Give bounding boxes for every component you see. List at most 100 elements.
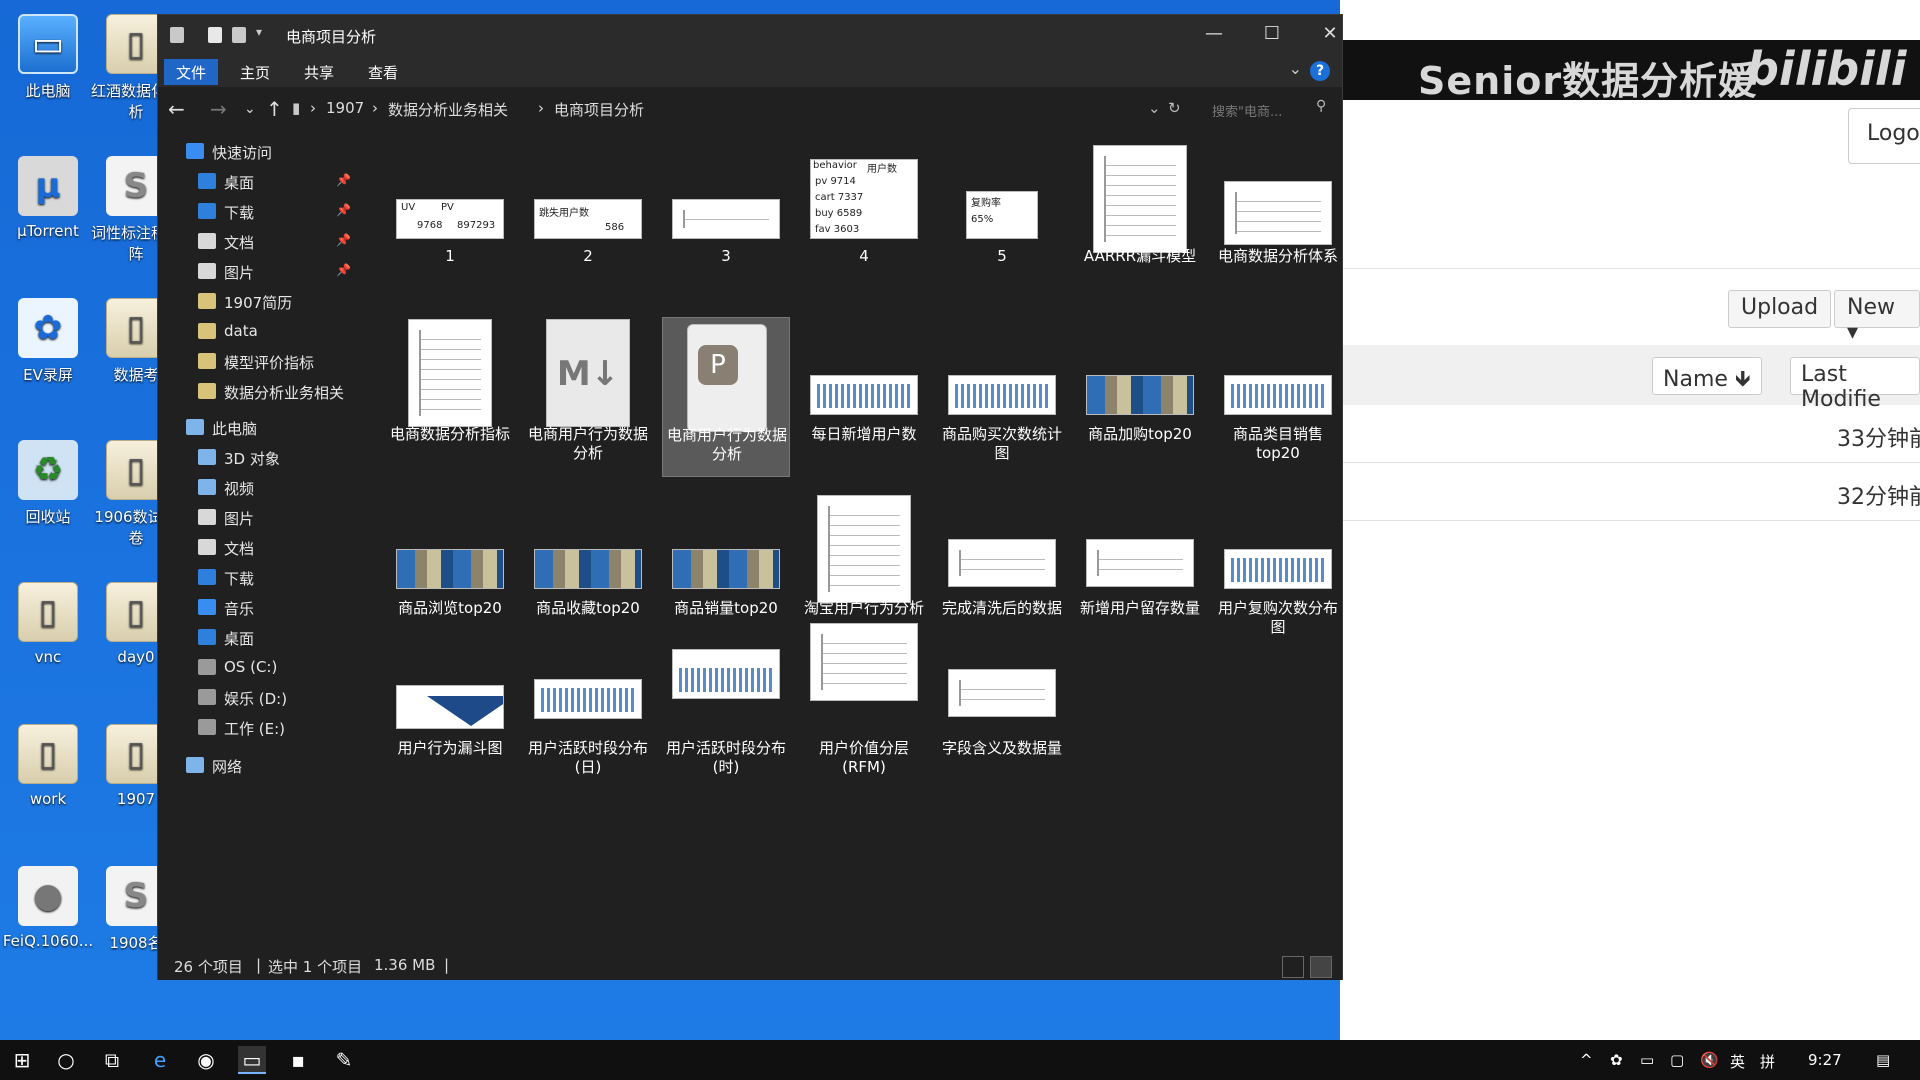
nav-quick-access[interactable]: 快速访问 xyxy=(158,139,348,165)
chevron-down-icon[interactable]: ⌄ xyxy=(1148,99,1161,117)
minimize-button[interactable]: — xyxy=(1194,23,1234,47)
file-explorer-icon[interactable]: ▭ xyxy=(238,1046,266,1074)
refresh-icon[interactable]: ↻ xyxy=(1168,99,1181,117)
sort-modified-button[interactable]: Last Modifie xyxy=(1790,357,1920,412)
file-item[interactable]: 新增用户留存数量 xyxy=(1076,491,1204,651)
desktop-shortcut[interactable]: ♻ 回收站 xyxy=(0,440,96,527)
clock[interactable]: 9:27 xyxy=(1808,1051,1842,1069)
sidebar-item[interactable]: 图片 xyxy=(158,505,348,531)
file-item[interactable]: AARRR漏斗模型 xyxy=(1076,141,1204,301)
file-item[interactable]: 商品加购top20 xyxy=(1076,317,1204,477)
sidebar-item[interactable]: 3D 对象 xyxy=(158,445,348,471)
forward-arrow-icon[interactable]: → xyxy=(210,97,227,121)
properties-icon[interactable] xyxy=(208,27,222,43)
file-item[interactable]: 用户行为漏斗图 xyxy=(386,621,514,781)
file-item[interactable]: 商品购买次数统计图 xyxy=(938,317,1066,477)
file-item[interactable]: 复购率 65% 5 xyxy=(938,141,1066,301)
desktop-shortcut[interactable]: ▭ 此电脑 xyxy=(0,14,96,101)
sidebar-item[interactable]: data xyxy=(158,319,348,345)
file-item[interactable]: 3 xyxy=(662,141,790,301)
customize-toolbar-icon[interactable]: ▾ xyxy=(256,25,262,39)
network-icon[interactable]: ▢ xyxy=(1670,1051,1684,1069)
back-arrow-icon[interactable]: ← xyxy=(168,97,185,121)
chevron-down-icon[interactable]: ⌄ xyxy=(1289,59,1302,78)
sort-name-button[interactable]: Name 🡻 xyxy=(1652,357,1762,395)
sidebar-item[interactable]: 桌面 xyxy=(158,625,348,651)
close-button[interactable]: ✕ xyxy=(1310,23,1350,47)
search-circle-icon[interactable]: ○ xyxy=(52,1046,80,1074)
breadcrumb-current[interactable]: 电商项目分析 xyxy=(554,99,644,120)
notepad-icon[interactable]: ✎ xyxy=(330,1046,358,1074)
upload-button[interactable]: Upload xyxy=(1728,290,1832,328)
notifications-icon[interactable]: ▤ xyxy=(1876,1051,1890,1069)
sidebar-item[interactable]: OS (C:) xyxy=(158,655,348,681)
up-arrow-icon[interactable]: ↑ xyxy=(266,97,283,121)
maximize-button[interactable]: ☐ xyxy=(1252,23,1292,47)
file-item[interactable]: behavior 用户数 pv 9714 cart 7337 buy 6589 fav 3… xyxy=(800,141,928,301)
logout-button[interactable]: Logo xyxy=(1848,108,1920,164)
file-name: 用户行为漏斗图 xyxy=(397,739,503,757)
file-item[interactable]: 跳失用户数 586 2 xyxy=(524,141,652,301)
sidebar-item[interactable]: 娱乐 (D:) xyxy=(158,685,348,711)
sidebar-item[interactable]: 文档 📌 xyxy=(158,229,351,255)
tray-overflow-icon[interactable]: ^ xyxy=(1580,1051,1593,1069)
help-icon[interactable]: ? xyxy=(1310,61,1330,81)
large-icons-view-icon[interactable] xyxy=(1310,956,1332,978)
desktop-shortcut[interactable]: ● FeiQ.1060... xyxy=(0,866,96,950)
chrome-icon[interactable]: ◉ xyxy=(192,1046,220,1074)
tab-home[interactable]: 主页 xyxy=(228,59,282,85)
file-item[interactable]: 用户活跃时段分布(时) xyxy=(662,621,790,781)
file-item[interactable]: P 电商用户行为数据分析 xyxy=(662,317,790,477)
volume-muted-icon[interactable]: 🔇 xyxy=(1700,1051,1719,1069)
ime-language[interactable]: 英 xyxy=(1730,1051,1745,1072)
address-field[interactable]: ▮ › 1907 › 数据分析业务相关 › 电商项目分析 ⌄ ↻ xyxy=(288,93,1181,123)
breadcrumb-business[interactable]: 数据分析业务相关 xyxy=(388,99,508,120)
list-item[interactable]: 33分钟前 xyxy=(1340,407,1920,463)
nav-this-pc[interactable]: 此电脑 xyxy=(158,415,348,441)
recent-locations-icon[interactable]: ⌄ xyxy=(244,101,256,117)
file-item[interactable]: 电商数据分析指标 xyxy=(386,317,514,477)
file-item[interactable]: 用户价值分层(RFM) xyxy=(800,621,928,781)
breadcrumb-1907[interactable]: 1907 xyxy=(326,99,364,117)
sidebar-item[interactable]: 音乐 xyxy=(158,595,348,621)
tab-file[interactable]: 文件 xyxy=(164,59,219,85)
sidebar-item[interactable]: 下载 📌 xyxy=(158,199,351,225)
desktop-shortcut[interactable]: ✿ EV录屏 xyxy=(0,298,96,385)
file-item[interactable]: 用户复购次数分布图 xyxy=(1214,491,1342,651)
terminal-icon[interactable]: ▪ xyxy=(284,1046,312,1074)
battery-icon[interactable]: ▭ xyxy=(1640,1051,1654,1069)
list-item[interactable]: 32分钟前 xyxy=(1340,465,1920,521)
nav-network[interactable]: 网络 xyxy=(158,753,348,779)
sidebar-item[interactable]: 下载 xyxy=(158,565,348,591)
sidebar-item[interactable]: 工作 (E:) xyxy=(158,715,348,741)
ime-mode[interactable]: 拼 xyxy=(1760,1051,1775,1072)
file-item[interactable]: 字段含义及数据量 xyxy=(938,621,1066,781)
file-item[interactable]: M↓ 电商用户行为数据分析 xyxy=(524,317,652,477)
file-item[interactable]: 每日新增用户数 xyxy=(800,317,928,477)
sidebar-item[interactable]: 数据分析业务相关 xyxy=(158,379,348,405)
tray-app-icon[interactable]: ✿ xyxy=(1610,1051,1623,1069)
new-button[interactable]: New ▾ xyxy=(1834,290,1920,345)
edge-browser-icon[interactable]: e xyxy=(146,1046,174,1074)
file-item[interactable]: 用户活跃时段分布(日) xyxy=(524,621,652,781)
sidebar-item[interactable]: 桌面 📌 xyxy=(158,169,351,195)
tab-view[interactable]: 查看 xyxy=(356,59,410,85)
sidebar-item[interactable]: 图片 📌 xyxy=(158,259,351,285)
tab-share[interactable]: 共享 xyxy=(292,59,346,85)
file-item[interactable]: 商品类目销售top20 xyxy=(1214,317,1342,477)
desktop-shortcut[interactable]: ▯ vnc xyxy=(0,582,96,666)
file-item[interactable]: 电商数据分析体系 xyxy=(1214,141,1342,301)
search-input[interactable]: 搜索"电商... ⚲ xyxy=(1208,93,1334,123)
start-windows-icon[interactable]: ⊞ xyxy=(8,1046,36,1074)
details-view-icon[interactable] xyxy=(1282,956,1304,978)
sidebar-item[interactable]: 视频 xyxy=(158,475,348,501)
desktop-shortcut[interactable]: ▯ work xyxy=(0,724,96,808)
task-view-icon[interactable]: ⧉ xyxy=(98,1046,126,1074)
desktop-shortcut[interactable]: µ μTorrent xyxy=(0,156,96,240)
sidebar-item[interactable]: 文档 xyxy=(158,535,348,561)
new-folder-icon[interactable] xyxy=(232,27,246,43)
sidebar-item[interactable]: 模型评价指标 xyxy=(158,349,348,375)
file-item[interactable]: UV PV 9768 897293 1 xyxy=(386,141,514,301)
sidebar-item[interactable]: 1907简历 xyxy=(158,289,348,315)
search-icon[interactable]: ⚲ xyxy=(1316,98,1326,114)
